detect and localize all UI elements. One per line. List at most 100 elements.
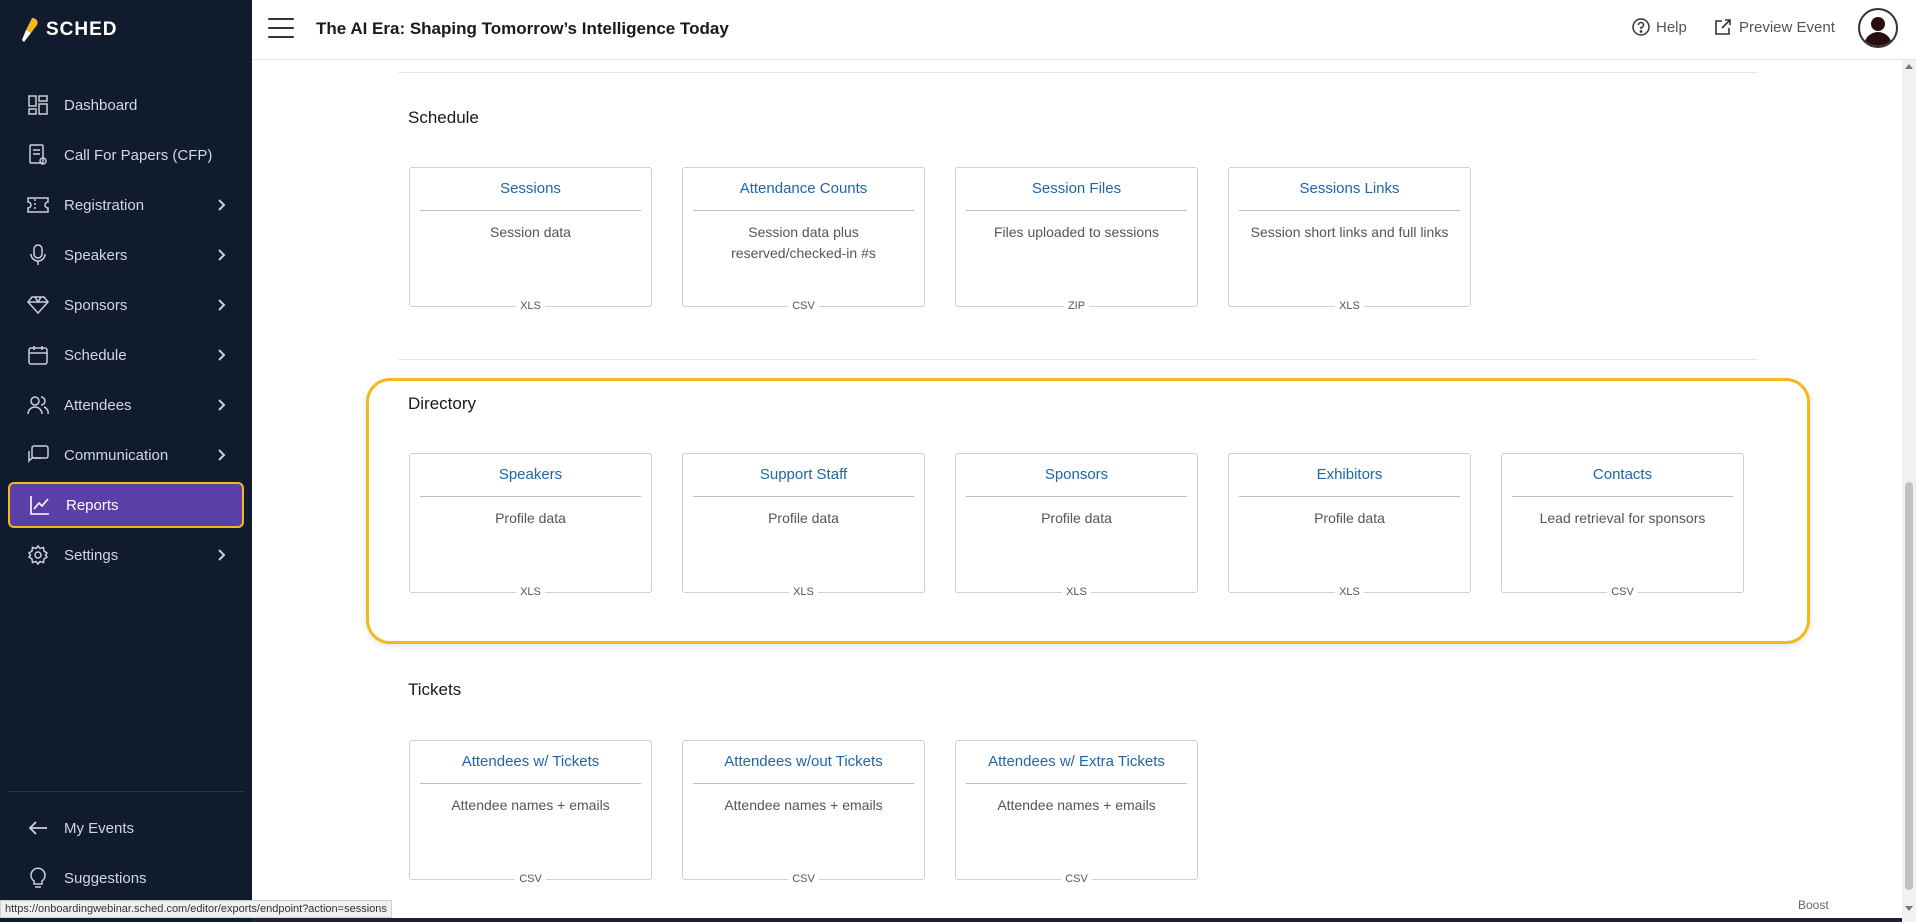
card-title[interactable]: Speakers — [410, 466, 651, 483]
chevron-right-icon — [218, 348, 226, 365]
sidebar-item-communication[interactable]: Communication — [0, 430, 252, 480]
menu-icon[interactable] — [268, 18, 294, 40]
sidebar-item-suggestions[interactable]: Suggestions — [0, 853, 252, 903]
chat-icon — [26, 443, 50, 467]
help-link[interactable]: Help — [1632, 18, 1687, 36]
sidebar-item-label: Sponsors — [64, 296, 128, 314]
card-title[interactable]: Attendees w/ Tickets — [410, 753, 651, 770]
chevron-right-icon — [218, 198, 226, 215]
main-content: Schedule Sessions Session data XLS Atten… — [252, 60, 1902, 922]
card-description: Session data plus reserved/checked-in #s — [731, 224, 876, 261]
card-title[interactable]: Attendees w/out Tickets — [683, 753, 924, 770]
sidebar-item-schedule[interactable]: Schedule — [0, 330, 252, 380]
vertical-scrollbar[interactable] — [1902, 60, 1916, 922]
sidebar-nav: Dashboard Call For Papers (CFP) Registra… — [0, 80, 252, 580]
report-card-attendees-with-tickets[interactable]: Attendees w/ Tickets Attendee names + em… — [409, 740, 652, 885]
ticket-icon — [26, 193, 50, 217]
card-divider — [420, 496, 641, 497]
sched-logo[interactable]: SCHED — [20, 14, 118, 46]
card-format: XLS — [410, 300, 651, 312]
chevron-right-icon — [218, 448, 226, 465]
card-title[interactable]: Sessions — [410, 180, 651, 197]
card-divider — [693, 783, 914, 784]
report-card-sessions-links[interactable]: Sessions Links Session short links and f… — [1228, 167, 1471, 312]
card-title[interactable]: Session Files — [956, 180, 1197, 197]
report-card-support-staff[interactable]: Support Staff Profile data XLS — [682, 453, 925, 598]
preview-label: Preview Event — [1739, 18, 1835, 36]
card-divider — [966, 783, 1187, 784]
chevron-right-icon — [218, 248, 226, 265]
sidebar-item-sponsors[interactable]: Sponsors — [0, 280, 252, 330]
sidebar-item-speakers[interactable]: Speakers — [0, 230, 252, 280]
sidebar-item-label: My Events — [64, 819, 135, 837]
sidebar-item-my-events[interactable]: My Events — [0, 803, 252, 853]
card-divider — [966, 210, 1187, 211]
dashboard-icon — [26, 93, 50, 117]
report-card-sessions[interactable]: Sessions Session data XLS — [409, 167, 652, 312]
card-title[interactable]: Exhibitors — [1229, 466, 1470, 483]
card-description: Attendee names + emails — [724, 797, 883, 813]
chart-icon — [28, 493, 52, 517]
report-card-speakers[interactable]: Speakers Profile data XLS — [409, 453, 652, 598]
sidebar-item-dashboard[interactable]: Dashboard — [0, 80, 252, 130]
report-card-exhibitors[interactable]: Exhibitors Profile data XLS — [1228, 453, 1471, 598]
user-avatar[interactable] — [1858, 8, 1898, 48]
sidebar-item-reports[interactable]: Reports — [8, 482, 244, 528]
sidebar-item-label: Call For Papers (CFP) — [64, 146, 213, 164]
card-divider — [1512, 496, 1733, 497]
card-description: Profile data — [1314, 510, 1385, 526]
card-divider — [420, 783, 641, 784]
sidebar-item-label: Registration — [64, 196, 145, 214]
card-description: Profile data — [1041, 510, 1112, 526]
report-card-attendees-extra-tickets[interactable]: Attendees w/ Extra Tickets Attendee name… — [955, 740, 1198, 885]
scroll-thumb[interactable] — [1905, 482, 1913, 890]
card-format: XLS — [1229, 586, 1470, 598]
card-title[interactable]: Contacts — [1502, 466, 1743, 483]
section-divider — [398, 359, 1758, 360]
card-description: Files uploaded to sessions — [994, 224, 1159, 240]
card-format: ZIP — [956, 300, 1197, 312]
report-card-contacts[interactable]: Contacts Lead retrieval for sponsors CSV — [1501, 453, 1744, 598]
card-format: XLS — [956, 586, 1197, 598]
boost-label[interactable]: Boost — [1798, 898, 1829, 912]
card-title[interactable]: Attendance Counts — [683, 180, 924, 197]
report-card-sponsors[interactable]: Sponsors Profile data XLS — [955, 453, 1198, 598]
card-description: Attendee names + emails — [451, 797, 610, 813]
preview-event-link[interactable]: Preview Event — [1714, 18, 1835, 36]
microphone-icon — [26, 243, 50, 267]
sidebar-item-label: Reports — [66, 496, 119, 514]
card-format: CSV — [410, 873, 651, 885]
sched-logo-icon — [22, 18, 38, 42]
report-card-attendees-without-tickets[interactable]: Attendees w/out Tickets Attendee names +… — [682, 740, 925, 885]
card-title[interactable]: Sessions Links — [1229, 180, 1470, 197]
avatar-icon — [1864, 17, 1892, 46]
scroll-down-icon[interactable] — [1905, 906, 1913, 911]
help-label: Help — [1656, 18, 1687, 36]
sidebar-divider — [8, 791, 244, 792]
arrow-left-icon — [26, 816, 50, 840]
sidebar-item-label: Suggestions — [64, 869, 147, 887]
external-link-icon — [1715, 19, 1731, 35]
report-card-attendance-counts[interactable]: Attendance Counts Session data plus rese… — [682, 167, 925, 312]
sidebar-item-label: Schedule — [64, 346, 127, 364]
card-title[interactable]: Sponsors — [956, 466, 1197, 483]
card-description: Attendee names + emails — [997, 797, 1156, 813]
chevron-right-icon — [218, 298, 226, 315]
sidebar: SCHED Dashboard Call For Papers (CFP) Re… — [0, 0, 252, 922]
card-title[interactable]: Attendees w/ Extra Tickets — [956, 753, 1197, 770]
sidebar-item-attendees[interactable]: Attendees — [0, 380, 252, 430]
document-icon — [26, 143, 50, 167]
card-title[interactable]: Support Staff — [683, 466, 924, 483]
scroll-up-icon[interactable] — [1905, 64, 1913, 69]
sidebar-item-cfp[interactable]: Call For Papers (CFP) — [0, 130, 252, 180]
sidebar-item-registration[interactable]: Registration — [0, 180, 252, 230]
sidebar-item-settings[interactable]: Settings — [0, 530, 252, 580]
status-bar-url: https://onboardingwebinar.sched.com/edit… — [0, 900, 392, 918]
gear-icon — [26, 543, 50, 567]
event-title: The AI Era: Shaping Tomorrow’s Intellige… — [316, 19, 729, 38]
report-card-session-files[interactable]: Session Files Files uploaded to sessions… — [955, 167, 1198, 312]
section-title-tickets: Tickets — [408, 680, 462, 699]
bottom-strip — [252, 918, 1902, 922]
card-description: Session data — [490, 224, 571, 240]
sidebar-item-label: Attendees — [64, 396, 132, 414]
